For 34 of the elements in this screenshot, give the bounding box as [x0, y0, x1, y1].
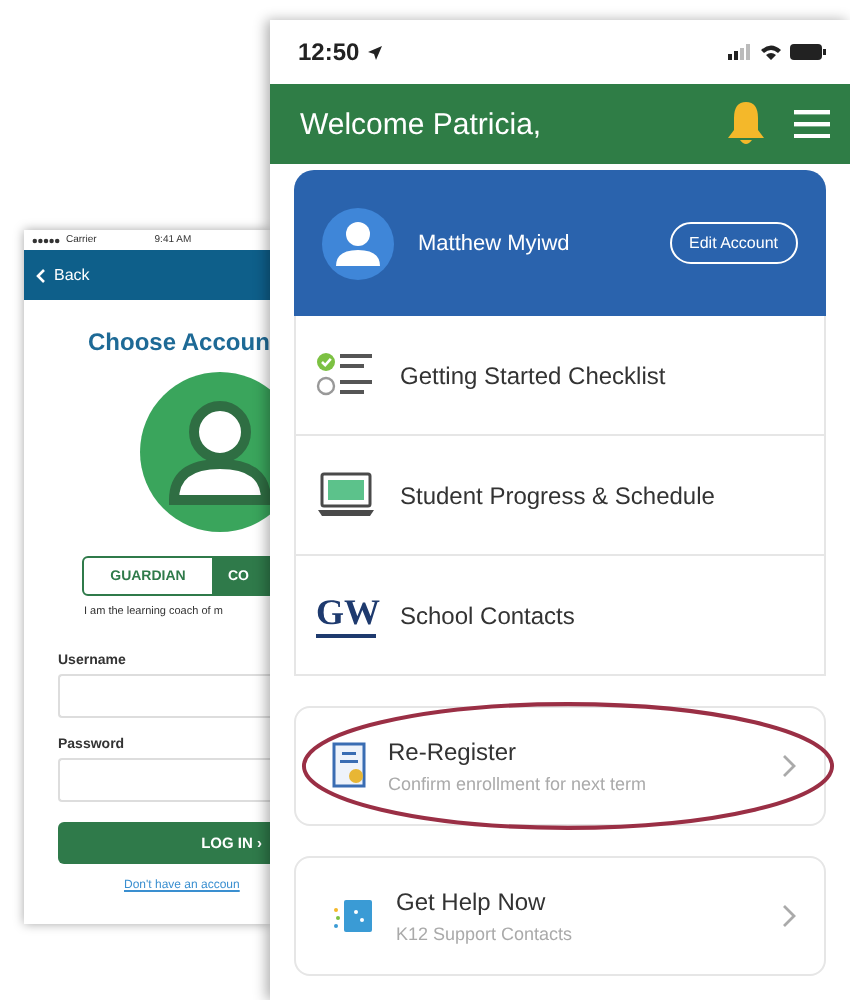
certificate-icon — [332, 742, 368, 790]
location-arrow-icon — [367, 45, 382, 59]
card-subtitle: Confirm enrollment for next term — [388, 774, 649, 794]
menu-item-label: Student Progress & Schedule — [400, 481, 715, 509]
battery-icon — [790, 44, 826, 60]
card-title: Get Help Now — [396, 888, 548, 916]
chevron-icon — [782, 754, 796, 778]
wifi-icon — [760, 44, 782, 60]
signal-icon — [728, 44, 752, 60]
username-field[interactable] — [58, 674, 270, 718]
menu-item[interactable]: Getting Started Checklist — [294, 316, 826, 436]
menu-item[interactable]: GW School Contacts — [294, 556, 826, 676]
card-title: Re-Register — [388, 738, 519, 766]
menu-item-label: School Contacts — [400, 601, 575, 629]
back-chevron-icon — [36, 267, 46, 283]
laptop-icon — [316, 469, 376, 521]
action-card[interactable]: Get Help Now K12 Support Contacts — [294, 856, 826, 976]
welcome-title: Welcome Patricia, — [300, 107, 544, 141]
student-name: Matthew Myiwd — [418, 231, 572, 255]
screen-title: Choose Accoun — [88, 328, 270, 356]
back-button[interactable]: Back — [36, 266, 90, 284]
edit-account-button[interactable]: Edit Account — [669, 222, 798, 264]
school-logo: GW — [316, 592, 376, 638]
menu-item[interactable]: Student Progress & Schedule — [294, 436, 826, 556]
card-subtitle: K12 Support Contacts — [396, 924, 575, 944]
status-time: 12:50 — [298, 38, 360, 66]
avatar-icon — [322, 207, 394, 279]
bell-icon[interactable] — [726, 100, 766, 148]
signal-icon — [32, 237, 60, 243]
password-field[interactable] — [58, 758, 270, 802]
menu-item-label: Getting Started Checklist — [400, 361, 666, 389]
menu-icon[interactable] — [794, 110, 830, 138]
chevron-icon — [782, 904, 796, 928]
help-book-icon — [332, 894, 376, 938]
